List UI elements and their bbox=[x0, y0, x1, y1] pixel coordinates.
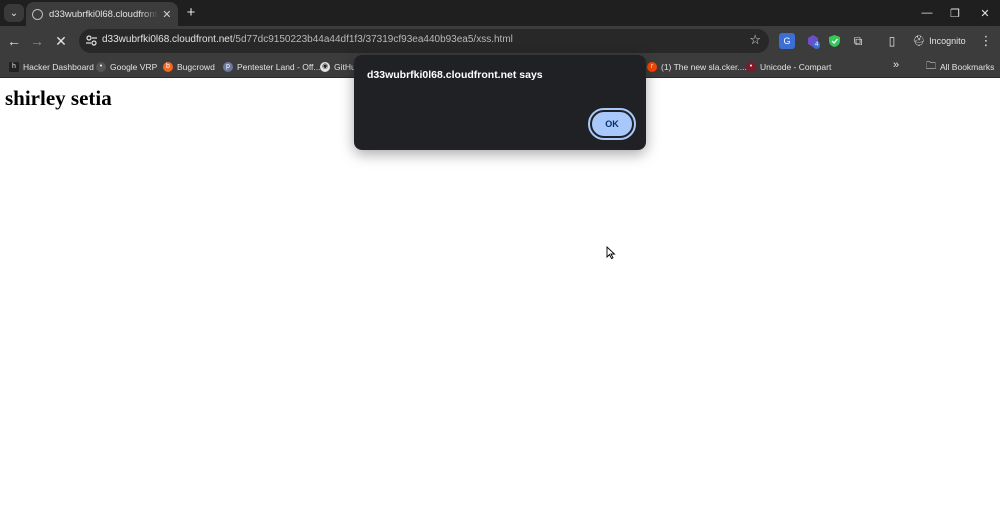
mouse-cursor-icon bbox=[606, 246, 616, 260]
bookmark-label: Hacker Dashboard bbox=[23, 62, 94, 72]
tab-strip: ⌄ d33wubrfki0l68.cloudfront.net/ ✕ + — ❐… bbox=[0, 0, 1000, 26]
bookmark-bugcrowd[interactable]: b Bugcrowd bbox=[163, 59, 215, 75]
url-path: /5d77dc9150223b44a44df1f3/37319cf93ea440… bbox=[232, 34, 513, 45]
restore-button[interactable]: ❐ bbox=[940, 0, 970, 26]
restore-icon: ❐ bbox=[950, 7, 960, 20]
bugcrowd-icon: b bbox=[163, 62, 173, 72]
ok-button[interactable]: OK bbox=[588, 108, 636, 140]
pentester-land-icon: p bbox=[223, 62, 233, 72]
shield-extension-icon[interactable] bbox=[826, 33, 842, 49]
google-vrp-icon: • bbox=[96, 62, 106, 72]
globe-icon bbox=[32, 8, 43, 20]
bookmark-unicode-compart[interactable]: • Unicode - Compart bbox=[746, 59, 831, 75]
shield-icon bbox=[828, 35, 840, 47]
page-heading: shirley setia bbox=[5, 86, 112, 110]
url-host: d33wubrfki0l68.cloudfront.net bbox=[102, 34, 233, 45]
bookmark-star-icon[interactable]: ☆ bbox=[749, 32, 761, 48]
incognito-label: Incognito bbox=[929, 36, 966, 46]
alert-message: d33wubrfki0l68.cloudfront.net says bbox=[367, 69, 543, 81]
address-bar[interactable]: d33wubrfki0l68.cloudfront.net/5d77dc9150… bbox=[79, 29, 769, 53]
bookmark-label: Bugcrowd bbox=[177, 62, 215, 72]
all-bookmarks-label: All Bookmarks bbox=[940, 62, 995, 72]
folder-icon: 🗀 bbox=[926, 60, 936, 72]
translate-extension-icon[interactable]: G bbox=[779, 33, 795, 49]
stop-button[interactable]: ✕ bbox=[51, 31, 71, 51]
active-tab[interactable]: d33wubrfki0l68.cloudfront.net/ ✕ bbox=[26, 2, 178, 26]
extensions-puzzle-icon[interactable]: ⧉ bbox=[850, 33, 866, 49]
new-tab-button[interactable]: + bbox=[183, 4, 199, 22]
bookmark-pentester-land[interactable]: p Pentester Land - Off... bbox=[223, 59, 320, 75]
all-bookmarks-button[interactable]: 🗀 All Bookmarks bbox=[926, 59, 994, 75]
toolbar: ← → ✕ d33wubrfki0l68.cloudfront.net/5d77… bbox=[0, 26, 1000, 56]
minimize-icon: — bbox=[921, 7, 933, 19]
bookmark-label: (1) The new sla.cker.... bbox=[661, 62, 747, 72]
extension-badge-icon[interactable]: 4 bbox=[805, 33, 821, 49]
bookmark-google-vrp[interactable]: • Google VRP bbox=[96, 59, 157, 75]
url-text: d33wubrfki0l68.cloudfront.net/5d77dc9150… bbox=[102, 34, 513, 45]
github-icon: ◉ bbox=[320, 62, 330, 72]
arrow-right-icon: → bbox=[30, 33, 44, 49]
side-panel-icon[interactable]: ▯ bbox=[884, 33, 900, 49]
bookmark-label: Pentester Land - Off... bbox=[237, 62, 321, 72]
bookmark-slackers[interactable]: r (1) The new sla.cker.... bbox=[647, 59, 747, 75]
tab-search-button[interactable]: ⌄ bbox=[4, 4, 24, 22]
more-vert-icon: ⋮ bbox=[979, 33, 993, 48]
forward-button[interactable]: → bbox=[27, 31, 47, 51]
site-info-icon[interactable] bbox=[85, 34, 98, 47]
close-tab-button[interactable]: ✕ bbox=[162, 8, 172, 21]
browser-menu-button[interactable]: ⋮ bbox=[977, 31, 995, 51]
arrow-left-icon: ← bbox=[7, 33, 21, 49]
compart-icon: • bbox=[746, 62, 756, 72]
bookmark-label: Unicode - Compart bbox=[760, 62, 832, 72]
incognito-indicator[interactable]: ⛑ Incognito bbox=[908, 30, 970, 52]
close-icon: ✕ bbox=[980, 7, 990, 20]
bookmark-label: Google VRP bbox=[110, 62, 158, 72]
tab-title: d33wubrfki0l68.cloudfront.net/ bbox=[49, 8, 158, 20]
bookmark-hacker-dashboard[interactable]: h Hacker Dashboard bbox=[9, 59, 94, 75]
alert-dialog: d33wubrfki0l68.cloudfront.net says OK bbox=[354, 55, 646, 150]
chevron-down-icon: ⌄ bbox=[9, 7, 19, 19]
back-button[interactable]: ← bbox=[4, 31, 24, 51]
stop-icon: ✕ bbox=[55, 32, 67, 49]
bookmarks-overflow-button[interactable]: » bbox=[893, 59, 899, 71]
minimize-button[interactable]: — bbox=[912, 0, 942, 26]
close-window-button[interactable]: ✕ bbox=[970, 0, 1000, 26]
hackerone-icon: h bbox=[9, 62, 19, 72]
reddit-icon: r bbox=[647, 62, 657, 72]
incognito-icon: ⛑ bbox=[912, 35, 926, 47]
bookmark-github[interactable]: ◉ GitHu bbox=[320, 59, 356, 75]
bookmark-label: GitHu bbox=[334, 62, 356, 72]
